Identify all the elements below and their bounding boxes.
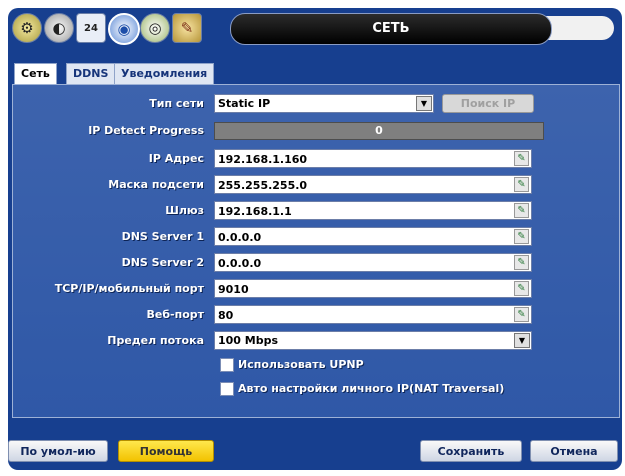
nat-traversal-label: Авто настройки личного IP(NAT Traversal) xyxy=(238,382,505,395)
cancel-button[interactable]: Отмена xyxy=(530,440,618,462)
window-title: СЕТЬ xyxy=(230,13,552,45)
dns2-label: DNS Server 2 xyxy=(121,256,204,269)
upnp-checkbox[interactable] xyxy=(220,358,234,372)
edit-pencil-icon[interactable]: ✎ xyxy=(514,281,529,296)
tab-notifications[interactable]: Уведомления xyxy=(114,63,215,84)
network-globe-icon[interactable]: ◉ xyxy=(108,13,140,45)
gateway-label: Шлюз xyxy=(165,204,204,217)
tab-ddns[interactable]: DDNS xyxy=(66,63,116,84)
dns2-field[interactable]: 0.0.0.0 ✎ xyxy=(214,253,532,272)
tab-network[interactable]: Сеть xyxy=(14,63,57,84)
toggle-icon[interactable]: ◐ xyxy=(44,13,74,43)
ip-detect-progress-label: IP Detect Progress xyxy=(88,124,204,137)
network-settings-window: ⚙ ◐ 24 ◉ ◎ ✎ СЕТЬ Сеть DDNS Уведомления … xyxy=(8,8,622,470)
web-port-label: Веб-порт xyxy=(146,308,205,321)
disc-icon[interactable]: ◎ xyxy=(140,13,170,43)
bandwidth-select[interactable]: 100 Mbps ▼ xyxy=(214,331,532,350)
dns1-field[interactable]: 0.0.0.0 ✎ xyxy=(214,227,532,246)
search-ip-button[interactable]: Поиск IP xyxy=(442,94,534,113)
subnet-mask-value: 255.255.255.0 xyxy=(218,179,308,192)
ip-address-value: 192.168.1.160 xyxy=(218,153,308,166)
edit-pencil-icon[interactable]: ✎ xyxy=(514,151,529,166)
edit-pencil-icon[interactable]: ✎ xyxy=(514,229,529,244)
edit-pencil-icon[interactable]: ✎ xyxy=(514,177,529,192)
ip-address-label: IP Адрес xyxy=(148,152,204,165)
ip-address-field[interactable]: 192.168.1.160 ✎ xyxy=(214,149,532,168)
dns1-value: 0.0.0.0 xyxy=(218,231,262,244)
top-toolbar: ⚙ ◐ 24 ◉ ◎ ✎ СЕТЬ xyxy=(8,8,622,52)
network-type-label: Тип сети xyxy=(149,97,204,110)
upnp-label: Использовать UPNP xyxy=(238,358,364,371)
network-type-select[interactable]: Static IP ▼ xyxy=(214,94,434,113)
gateway-value: 192.168.1.1 xyxy=(218,205,292,218)
help-button[interactable]: Помощь xyxy=(118,440,214,462)
tcp-port-field[interactable]: 9010 ✎ xyxy=(214,279,532,298)
subnet-mask-field[interactable]: 255.255.255.0 ✎ xyxy=(214,175,532,194)
bandwidth-label: Предел потока xyxy=(107,334,204,347)
subnet-mask-label: Маска подсети xyxy=(108,178,204,191)
gear-icon[interactable]: ⚙ xyxy=(12,13,42,43)
edit-pencil-icon[interactable]: ✎ xyxy=(514,203,529,218)
tcp-port-value: 9010 xyxy=(218,283,249,296)
bandwidth-value: 100 Mbps xyxy=(218,334,279,347)
dns2-value: 0.0.0.0 xyxy=(218,257,262,270)
tcp-port-label: TCP/IP/мобильный порт xyxy=(54,282,204,295)
save-button[interactable]: Сохранить xyxy=(420,440,522,462)
dns1-label: DNS Server 1 xyxy=(121,230,204,243)
edit-pencil-icon[interactable]: ✎ xyxy=(514,255,529,270)
calendar-day: 24 xyxy=(84,22,98,34)
calendar-icon[interactable]: 24 xyxy=(76,13,106,43)
defaults-button[interactable]: По умол-ию xyxy=(8,440,108,462)
chevron-down-icon[interactable]: ▼ xyxy=(514,333,530,348)
chevron-down-icon[interactable]: ▼ xyxy=(416,96,432,111)
edit-pencil-icon[interactable]: ✎ xyxy=(514,307,529,322)
ip-detect-progress-bar: 0 xyxy=(214,122,544,140)
web-port-field[interactable]: 80 ✎ xyxy=(214,305,532,324)
web-port-value: 80 xyxy=(218,309,234,322)
gateway-field[interactable]: 192.168.1.1 ✎ xyxy=(214,201,532,220)
network-type-value: Static IP xyxy=(218,97,271,110)
nat-traversal-checkbox[interactable] xyxy=(220,382,234,396)
tools-icon[interactable]: ✎ xyxy=(172,13,202,43)
ip-detect-progress-value: 0 xyxy=(375,124,383,137)
